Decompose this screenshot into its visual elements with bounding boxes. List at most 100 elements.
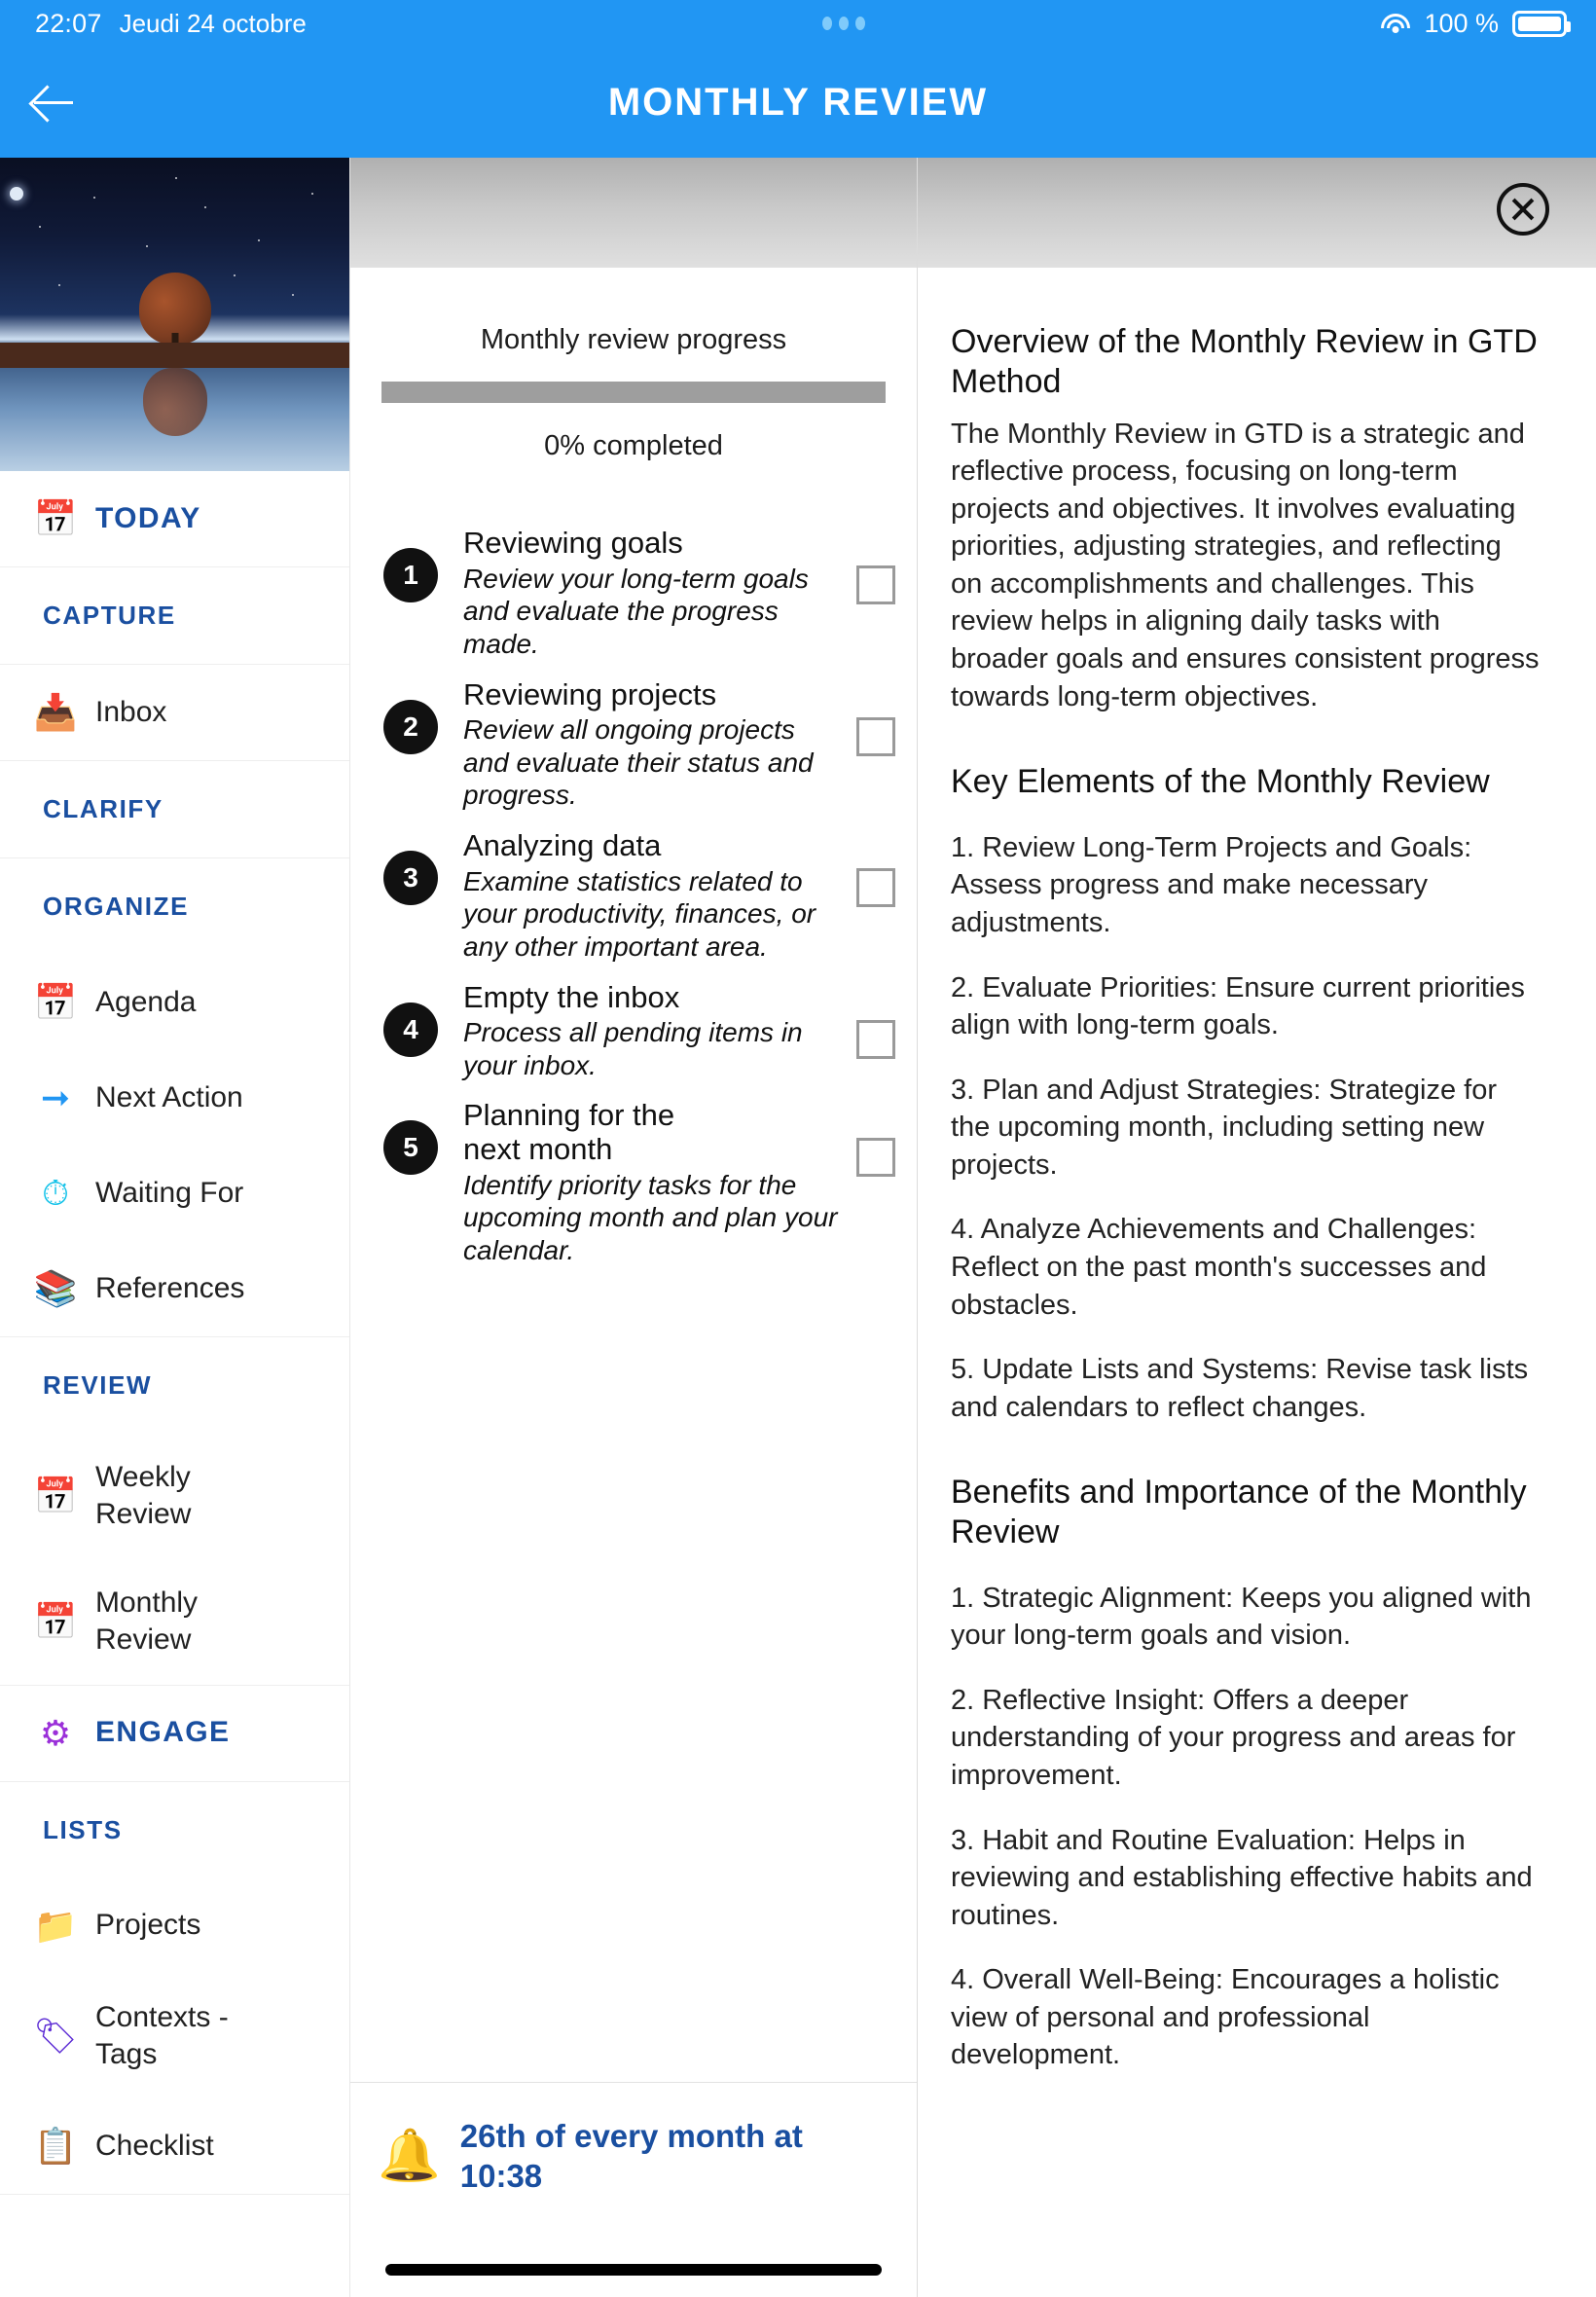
- step-number: 3: [383, 851, 438, 905]
- step-title: Reviewing goals: [463, 526, 683, 560]
- detail-top-band: [918, 158, 1596, 268]
- sidebar-item-inbox[interactable]: 📥 Inbox: [0, 665, 349, 760]
- right-arrow-icon: ➞: [40, 1077, 71, 1117]
- step-checkbox[interactable]: [856, 1019, 895, 1059]
- sidebar-item-label: Projects: [95, 1909, 201, 1942]
- sidebar-item-engage[interactable]: ⚙ ENGAGE: [0, 1686, 349, 1781]
- reminder-row[interactable]: 🔔 26th of every month at 10:38: [350, 2081, 917, 2230]
- sidebar-item-label: Next Action: [95, 1080, 243, 1113]
- step-text: Reviewing projects Review all ongoing pr…: [438, 676, 856, 813]
- three-dots-icon: [822, 17, 866, 30]
- sidebar-item-next-action[interactable]: ➞ Next Action: [0, 1050, 349, 1146]
- sidebar-section-capture-items: 📥 Inbox: [0, 665, 349, 761]
- sidebar-item-today[interactable]: 📅 TODAY: [0, 471, 349, 566]
- detail-benefit: 2. Reflective Insight: Offers a deeper u…: [951, 1684, 1516, 1792]
- detail-key-element: 1. Review Long-Term Projects and Goals: …: [951, 831, 1472, 939]
- sidebar-item-label: Weekly Review: [95, 1461, 192, 1531]
- hero-image: [0, 158, 349, 471]
- sidebar-item-waiting-for[interactable]: ⏱ Waiting For: [0, 1146, 349, 1241]
- list-item[interactable]: 3 Analyzing data Examine statistics rela…: [350, 828, 917, 964]
- tree-reflection-shape: [143, 368, 207, 436]
- page-title: MONTHLY REVIEW: [607, 80, 989, 124]
- progress-title: Monthly review progress: [480, 324, 787, 355]
- sidebar-section-lists: LISTS 📁 Projects 🏷 Contexts - Tags 📋 Che…: [0, 1782, 349, 2196]
- sidebar-header-lists: LISTS: [43, 1814, 123, 1844]
- detail-panel: Overview of the Monthly Review in GTD Me…: [918, 158, 1596, 2297]
- list-item[interactable]: 5 Planning for the next month Identify p…: [350, 1098, 917, 1266]
- status-time: 22:07: [35, 8, 102, 38]
- sidebar-header-review: REVIEW: [43, 1370, 153, 1400]
- list-item[interactable]: 4 Empty the inbox Process all pending it…: [350, 979, 917, 1082]
- detail-heading-key-elements: Key Elements of the Monthly Review: [951, 763, 1490, 801]
- step-checkbox[interactable]: [856, 868, 895, 907]
- list-item[interactable]: 1 Reviewing goals Review your long-term …: [350, 526, 917, 661]
- calendar-icon: 📅: [33, 982, 78, 1022]
- sidebar-section-clarify: CLARIFY: [0, 761, 349, 858]
- sidebar-item-monthly-review[interactable]: 📅 Monthly Review: [0, 1559, 349, 1685]
- battery-percent: 100 %: [1424, 8, 1499, 38]
- step-checkbox[interactable]: [856, 716, 895, 756]
- step-title: Reviewing projects: [463, 676, 717, 711]
- close-circle-icon[interactable]: [1497, 183, 1549, 236]
- step-text: Empty the inbox Process all pending item…: [438, 979, 856, 1082]
- step-title: Analyzing data: [463, 828, 662, 862]
- moon-icon: [10, 187, 23, 201]
- status-bar-left: 22:07 Jeudi 24 octobre: [0, 9, 307, 39]
- step-title: Empty the inbox: [463, 979, 680, 1014]
- tags-icon: 🏷: [33, 2015, 78, 2056]
- books-binder-icon: 📚: [33, 1268, 78, 1308]
- sidebar-item-label: References: [95, 1271, 245, 1304]
- sidebar-item-references[interactable]: 📚 References: [0, 1241, 349, 1336]
- panel-top-band: [350, 158, 917, 268]
- sidebar-section-review: REVIEW 📅 Weekly Review 📅 Monthly Review: [0, 1337, 349, 1686]
- app-screen: 22:07 Jeudi 24 octobre 100 % MONTHLY REV…: [0, 0, 1596, 2297]
- sidebar-item-label: Waiting For: [95, 1176, 244, 1209]
- sidebar-header-organize: ORGANIZE: [43, 892, 190, 921]
- home-indicator[interactable]: [385, 2264, 882, 2276]
- status-bar-center: [307, 17, 1382, 30]
- detail-content: Overview of the Monthly Review in GTD Me…: [918, 268, 1596, 2074]
- battery-full-icon: [1512, 10, 1571, 37]
- detail-intro-paragraph: The Monthly Review in GTD is a strategic…: [951, 418, 1540, 712]
- inbox-tray-icon: 📥: [33, 692, 78, 732]
- sidebar-item-checklist[interactable]: 📋 Checklist: [0, 2098, 349, 2194]
- sidebar-item-label: ENGAGE: [95, 1716, 231, 1749]
- app-bar: MONTHLY REVIEW: [0, 47, 1596, 158]
- sidebar-item-label: Checklist: [95, 2130, 214, 2163]
- status-bar: 22:07 Jeudi 24 octobre 100 %: [0, 0, 1596, 47]
- step-title: Planning for the next month: [463, 1098, 675, 1167]
- step-checkbox[interactable]: [856, 565, 895, 604]
- ground-shape: [0, 343, 349, 368]
- step-description: Identify priority tasks for the upcoming…: [463, 1169, 838, 1266]
- sidebar-item-label: Contexts - Tags: [95, 2000, 229, 2070]
- checklist-pencil-icon: 📋: [33, 2126, 78, 2167]
- sidebar-section-today: 📅 TODAY: [0, 471, 349, 567]
- bell-icon: 🔔: [378, 2127, 441, 2184]
- step-checkbox[interactable]: [856, 1138, 895, 1178]
- sidebar-item-contexts-tags[interactable]: 🏷 Contexts - Tags: [0, 1974, 349, 2099]
- step-number: 4: [383, 1002, 438, 1057]
- sidebar-item-weekly-review[interactable]: 📅 Weekly Review: [0, 1434, 349, 1559]
- step-list: 1 Reviewing goals Review your long-term …: [350, 526, 917, 1267]
- step-text: Reviewing goals Review your long-term go…: [438, 526, 856, 661]
- sidebar-item-label: TODAY: [95, 501, 201, 534]
- step-number: 2: [383, 699, 438, 754]
- detail-benefit: 1. Strategic Alignment: Keeps you aligne…: [951, 1582, 1532, 1652]
- person-waiting-clock-icon: ⏱: [41, 1173, 70, 1213]
- checklist-panel: Monthly review progress 0% completed 1 R…: [350, 158, 918, 2297]
- sidebar-item-projects[interactable]: 📁 Projects: [0, 1878, 349, 1974]
- progress-bar: [381, 382, 886, 403]
- sidebar-header-capture: CAPTURE: [43, 601, 176, 630]
- sidebar-item-label: Agenda: [95, 985, 197, 1018]
- checklist-scroll-area[interactable]: Monthly review progress 0% completed 1 R…: [350, 268, 917, 2082]
- sidebar: 📅 TODAY CAPTURE 📥 Inbox CLARIFY ORGANIZE: [0, 158, 350, 2297]
- sidebar-section-capture: CAPTURE: [0, 567, 349, 665]
- list-item[interactable]: 2 Reviewing projects Review all ongoing …: [350, 676, 917, 813]
- step-number: 1: [383, 548, 438, 602]
- status-date: Jeudi 24 octobre: [119, 8, 307, 38]
- detail-key-element: 5. Update Lists and Systems: Revise task…: [951, 1354, 1529, 1423]
- detail-key-element: 3. Plan and Adjust Strategies: Strategiz…: [951, 1074, 1497, 1181]
- sidebar-item-agenda[interactable]: 📅 Agenda: [0, 955, 349, 1050]
- detail-benefit: 4. Overall Well-Being: Encourages a holi…: [951, 1964, 1500, 2071]
- detail-key-element: 4. Analyze Achievements and Challenges: …: [951, 1214, 1487, 1321]
